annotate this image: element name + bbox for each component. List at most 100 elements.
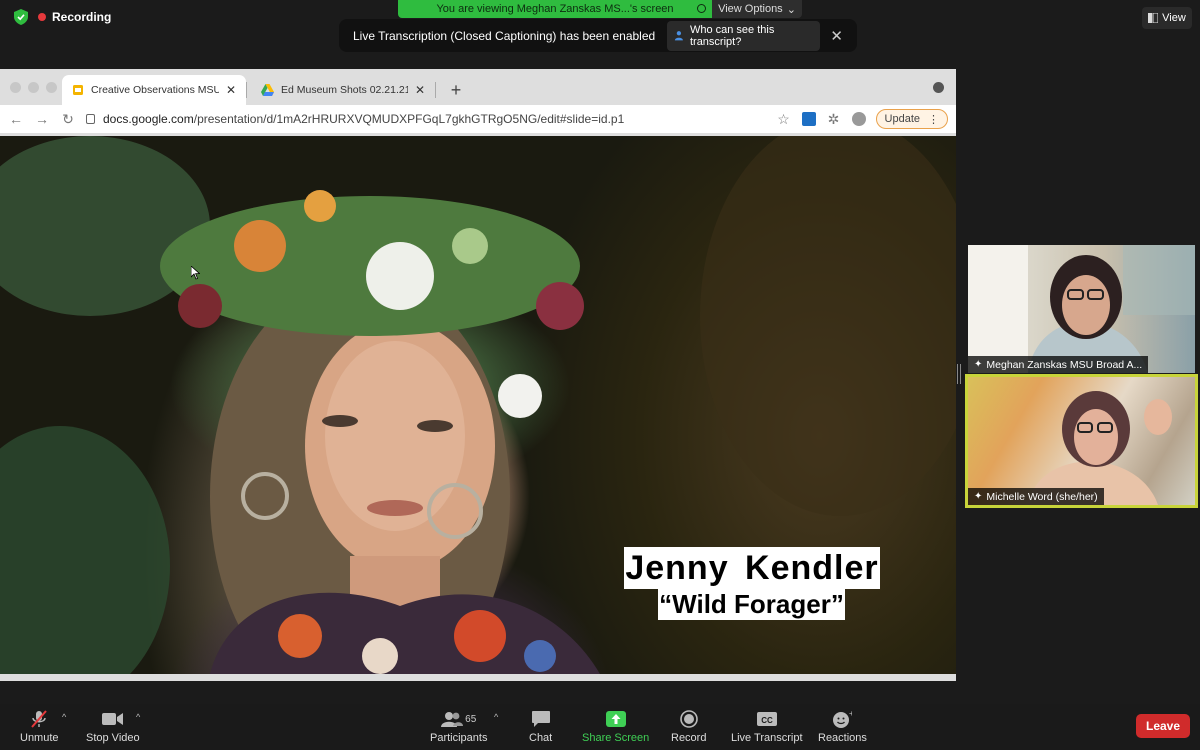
profile-avatar-icon[interactable] bbox=[851, 112, 866, 126]
chat-button[interactable]: Chat bbox=[529, 710, 552, 744]
participants-icon: 65 bbox=[441, 710, 476, 728]
audio-options-caret-icon[interactable]: ^ bbox=[62, 712, 66, 722]
participant-video bbox=[1028, 391, 1172, 505]
tab-title: Ed Museum Shots 02.21.21 - G bbox=[281, 84, 408, 96]
presentation-slide: Jenny Kendler “Wild Forager” bbox=[0, 136, 956, 674]
more-menu-icon: ⋮ bbox=[928, 113, 939, 126]
muted-microphone-icon bbox=[30, 710, 48, 728]
close-tab-icon[interactable]: ✕ bbox=[226, 83, 236, 97]
trello-extension-icon[interactable] bbox=[801, 112, 816, 126]
active-speaker-video-tile[interactable]: ✦ Michelle Word (she/her) bbox=[965, 374, 1198, 508]
tab-separator bbox=[435, 82, 436, 98]
unmute-button[interactable]: Unmute bbox=[20, 710, 59, 744]
google-drive-icon bbox=[261, 84, 274, 96]
tab-separator bbox=[246, 82, 247, 98]
pin-icon: ✦ bbox=[974, 359, 983, 370]
video-options-caret-icon[interactable]: ^ bbox=[136, 712, 140, 722]
svg-text:CC: CC bbox=[761, 716, 773, 725]
leave-button[interactable]: Leave bbox=[1136, 714, 1190, 738]
zoom-meeting-window: Recording You are viewing Meghan Zanskas… bbox=[0, 0, 1200, 750]
url-path: /presentation/d/1mA2rHRURXVQMUDXPFGqL7gk… bbox=[193, 112, 625, 126]
recording-status[interactable]: Recording bbox=[38, 10, 111, 24]
url-host: docs.google.com bbox=[103, 112, 194, 126]
reactions-button[interactable]: + Reactions bbox=[818, 710, 867, 744]
chat-bubble-icon bbox=[531, 710, 550, 728]
record-label: Record bbox=[671, 732, 707, 744]
recording-dot-icon bbox=[38, 13, 46, 21]
closed-caption-icon: CC bbox=[756, 710, 777, 728]
view-options-button[interactable]: View Options ⌄ bbox=[712, 0, 802, 18]
share-screen-button[interactable]: Share Screen bbox=[582, 710, 649, 744]
live-transcript-label: Live Transcript bbox=[731, 732, 803, 744]
update-chrome-button[interactable]: Update ⋮ bbox=[875, 109, 948, 129]
stop-video-button[interactable]: Stop Video bbox=[86, 710, 140, 744]
new-tab-button[interactable]: + bbox=[442, 75, 470, 105]
resize-handle[interactable] bbox=[957, 364, 961, 384]
meeting-controls-toolbar: Unmute ^ Stop Video ^ 65 Participants ^ … bbox=[0, 704, 1200, 750]
close-tab-icon[interactable]: ✕ bbox=[415, 83, 425, 97]
participants-count: 65 bbox=[465, 713, 477, 725]
tab-title: Creative Observations MSU Br bbox=[91, 84, 219, 96]
video-camera-icon bbox=[101, 710, 124, 728]
browser-tab-strip: Creative Observations MSU Br ✕ Ed Museum… bbox=[0, 69, 956, 105]
svg-text:+: + bbox=[849, 710, 852, 718]
recording-label: Recording bbox=[52, 10, 112, 24]
participant-name-tag: ✦ Meghan Zanskas MSU Broad A... bbox=[968, 356, 1149, 373]
smiley-add-icon: + bbox=[832, 710, 852, 728]
who-can-see-transcript-button[interactable]: Who can see this transcript? bbox=[667, 20, 821, 51]
slide-subtitle: “Wild Forager” bbox=[658, 588, 845, 620]
participants-options-caret-icon[interactable]: ^ bbox=[494, 712, 498, 722]
share-screen-label: Share Screen bbox=[582, 732, 650, 744]
browser-tab-drive[interactable]: Ed Museum Shots 02.21.21 - G ✕ bbox=[251, 75, 435, 105]
viewing-banner-text: You are viewing Meghan Zanskas MS...'s s… bbox=[436, 3, 674, 15]
recording-indicator: Recording bbox=[14, 9, 111, 25]
participants-button[interactable]: 65 Participants bbox=[430, 710, 487, 744]
view-options-label: View Options bbox=[718, 3, 783, 15]
participant-video bbox=[968, 245, 1195, 373]
reactions-label: Reactions bbox=[818, 732, 867, 744]
close-icon[interactable]: ✕ bbox=[830, 27, 843, 45]
reload-icon[interactable]: ↻ bbox=[60, 111, 76, 128]
participant-name: Meghan Zanskas MSU Broad A... bbox=[986, 358, 1143, 371]
extensions-puzzle-icon[interactable]: ✲ bbox=[826, 111, 842, 128]
close-window-icon bbox=[10, 82, 21, 93]
pin-icon: ✦ bbox=[974, 491, 983, 502]
minimize-window-icon bbox=[28, 82, 39, 93]
banner-circle-icon bbox=[697, 4, 706, 13]
person-icon bbox=[675, 31, 684, 41]
participant-video-tile[interactable]: ✦ Meghan Zanskas MSU Broad A... bbox=[968, 245, 1195, 373]
tab-search-icon[interactable] bbox=[933, 82, 944, 93]
shared-screen: Creative Observations MSU Br ✕ Ed Museum… bbox=[0, 69, 956, 681]
participants-label: Participants bbox=[430, 732, 488, 744]
url-text: docs.google.com/presentation/d/1mA2rHRUR… bbox=[103, 112, 624, 126]
layout-icon bbox=[1148, 13, 1159, 23]
browser-tab-slides[interactable]: Creative Observations MSU Br ✕ bbox=[62, 75, 246, 105]
share-screen-icon bbox=[605, 710, 626, 728]
who-can-see-label: Who can see this transcript? bbox=[689, 23, 775, 48]
record-button[interactable]: Record bbox=[671, 710, 706, 744]
slide-title: Jenny Kendler bbox=[624, 547, 880, 589]
back-arrow-icon[interactable]: ← bbox=[8, 111, 24, 127]
window-controls bbox=[10, 82, 57, 93]
viewing-screen-banner: You are viewing Meghan Zanskas MS...'s s… bbox=[398, 0, 712, 18]
forward-arrow-icon[interactable]: → bbox=[34, 111, 50, 127]
update-label: Update bbox=[884, 113, 920, 125]
google-slides-icon bbox=[73, 85, 83, 95]
maximize-window-icon bbox=[46, 82, 57, 93]
lock-icon bbox=[86, 114, 95, 124]
live-transcript-button[interactable]: CC Live Transcript bbox=[731, 710, 803, 744]
bookmark-star-icon[interactable]: ☆ bbox=[776, 111, 792, 128]
view-button-label: View bbox=[1162, 12, 1186, 24]
transcription-message: Live Transcription (Closed Captioning) h… bbox=[353, 28, 656, 43]
address-bar[interactable]: docs.google.com/presentation/d/1mA2rHRUR… bbox=[86, 112, 766, 126]
participant-name-tag: ✦ Michelle Word (she/her) bbox=[968, 488, 1104, 505]
chevron-down-icon: ⌄ bbox=[786, 3, 796, 16]
chat-label: Chat bbox=[529, 732, 553, 744]
browser-toolbar: ← → ↻ docs.google.com/presentation/d/1mA… bbox=[0, 105, 956, 133]
record-icon bbox=[679, 710, 698, 728]
encryption-shield-icon[interactable] bbox=[14, 9, 28, 25]
unmute-label: Unmute bbox=[20, 732, 59, 744]
transcription-notification: Live Transcription (Closed Captioning) h… bbox=[339, 19, 857, 52]
view-layout-button[interactable]: View bbox=[1142, 7, 1192, 29]
stop-video-label: Stop Video bbox=[86, 732, 140, 744]
